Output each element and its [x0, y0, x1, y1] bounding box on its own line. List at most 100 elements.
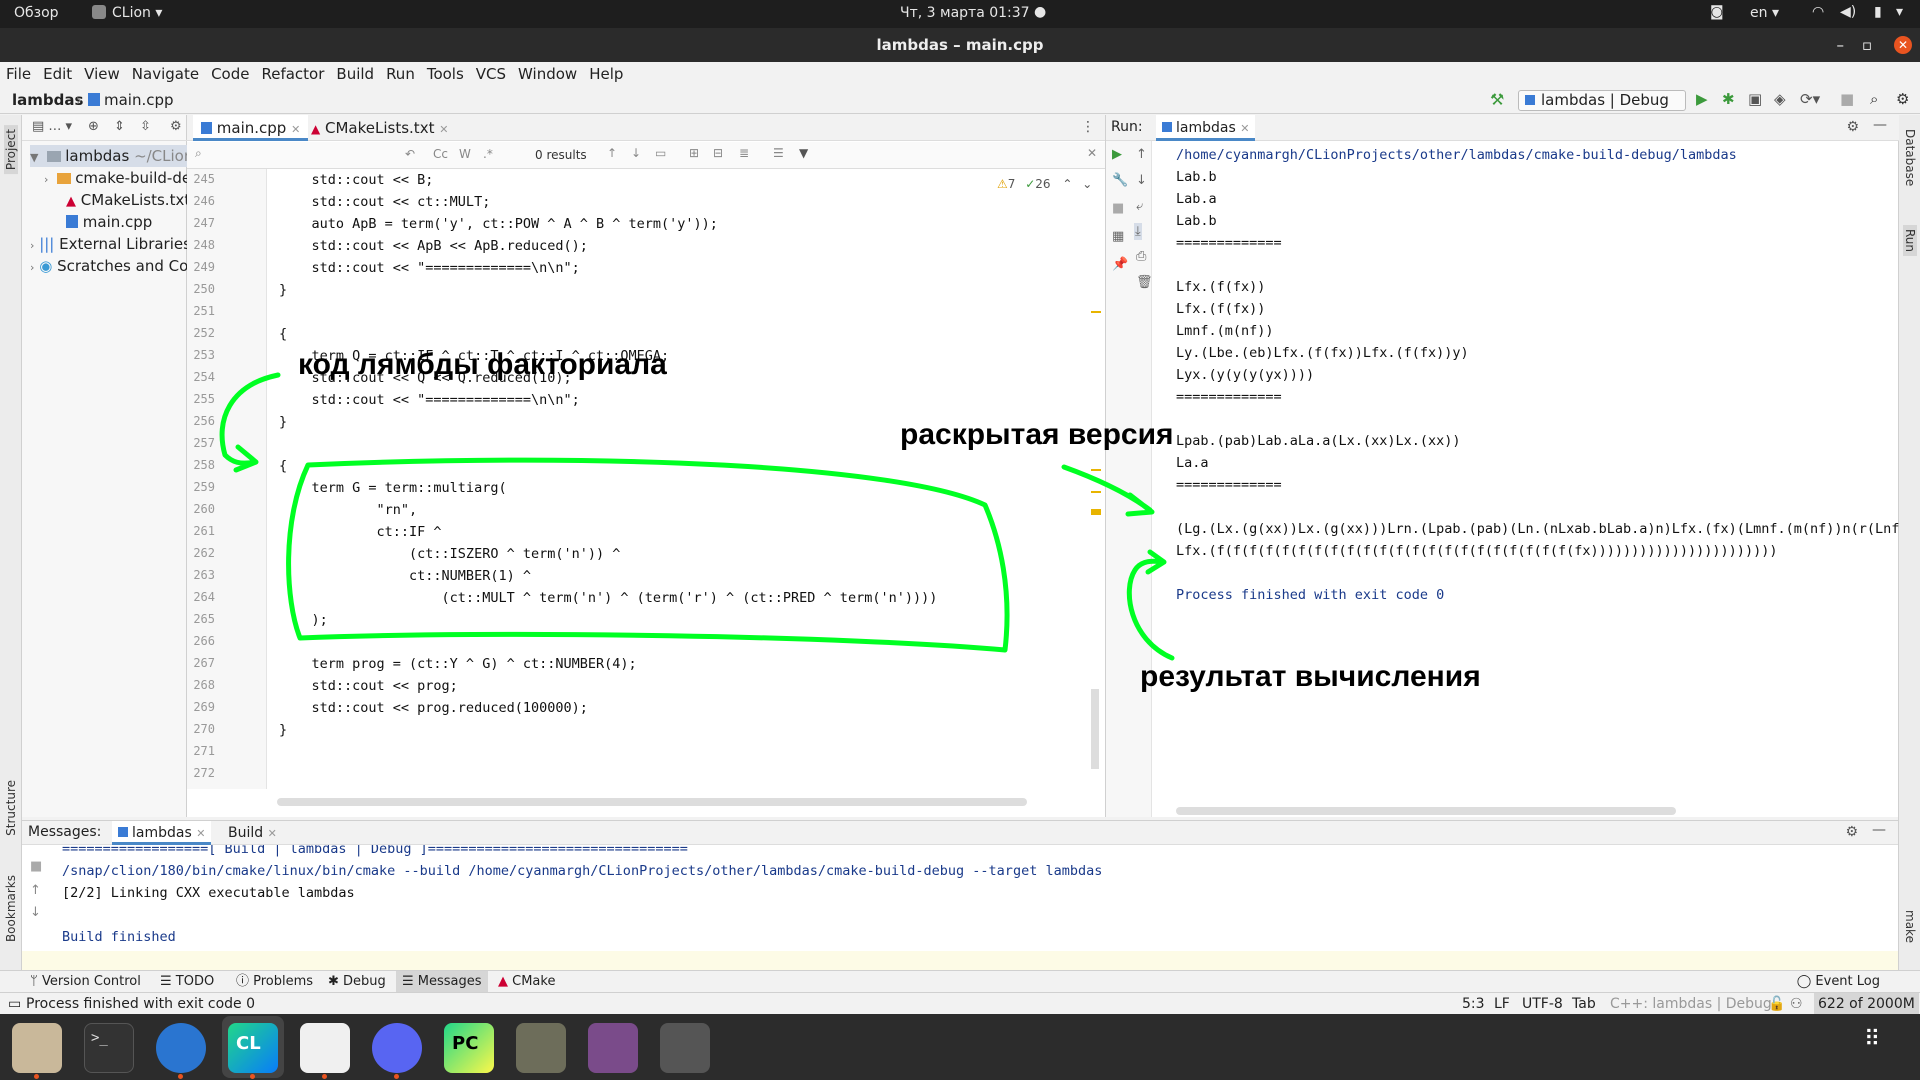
messages-output[interactable]: ==================[ Build | lambdas | De…	[22, 845, 1898, 971]
app-menu[interactable]: CLion ▾	[92, 5, 162, 21]
hide-panel-icon[interactable]: —	[1873, 117, 1887, 133]
menu-view[interactable]: View	[78, 62, 126, 83]
run-settings-icon[interactable]: ⚙	[1846, 119, 1859, 135]
messages-tab-lambdas[interactable]: lambdas ✕	[112, 821, 212, 845]
chromium-app-icon[interactable]	[156, 1023, 206, 1073]
video-editor-app-icon[interactable]	[588, 1023, 638, 1073]
tree-item-scratches[interactable]: › ◉ Scratches and Cor	[30, 255, 187, 277]
horizontal-scrollbar[interactable]	[1176, 807, 1676, 815]
menu-run[interactable]: Run	[380, 62, 421, 83]
run-tab-lambdas[interactable]: lambdas ✕	[1156, 115, 1256, 141]
run-icon[interactable]: ▶	[1696, 90, 1708, 108]
match-case-toggle[interactable]: Cc	[433, 147, 448, 161]
menu-navigate[interactable]: Navigate	[126, 62, 205, 83]
overview-button[interactable]: Обзор	[14, 5, 59, 21]
search-icon[interactable]: ⌕	[195, 146, 202, 161]
usb-app-icon[interactable]	[660, 1023, 710, 1073]
error-stripe[interactable]	[1089, 169, 1103, 789]
tool-tab-version-control[interactable]: ᛘ Version Control	[30, 971, 141, 993]
files-app-icon[interactable]	[12, 1023, 62, 1073]
menu-file[interactable]: File	[0, 62, 37, 83]
menu-vcs[interactable]: VCS	[470, 62, 512, 83]
event-log-button[interactable]: ◯ Event Log	[1797, 971, 1880, 993]
tool-tab-messages[interactable]: ☰ Messages	[396, 971, 488, 993]
structure-tool-tab[interactable]: Structure	[4, 780, 18, 836]
debug-icon[interactable]: ✱	[1722, 90, 1735, 108]
code-area[interactable]: std::cout << B; std::cout << ct::MULT; a…	[279, 169, 1079, 789]
run-console-output[interactable]: /home/cyanmargh/CLionProjects/other/lamb…	[1106, 141, 1899, 801]
more-tabs-icon[interactable]: ⋮	[1081, 119, 1095, 135]
project-settings-icon[interactable]: ⚙	[170, 119, 182, 134]
wifi-icon[interactable]: ◠	[1812, 4, 1824, 20]
make-tool-tab[interactable]: make	[1903, 910, 1917, 943]
whole-word-toggle[interactable]: W	[459, 147, 471, 161]
memory-indicator[interactable]: 622 of 2000M	[1814, 993, 1919, 1015]
tab-main-cpp[interactable]: main.cpp ✕	[193, 115, 309, 141]
file-encoding[interactable]: UTF-8	[1522, 993, 1563, 1015]
close-tab-icon[interactable]: ✕	[291, 123, 300, 136]
volume-icon[interactable]: ◀)	[1840, 4, 1856, 20]
battery-icon[interactable]: ▮	[1874, 4, 1882, 20]
language-indicator[interactable]: en ▾	[1750, 5, 1779, 21]
clock[interactable]: Чт, 3 марта 01:37	[900, 5, 1030, 21]
close-icon[interactable]: ✕	[1894, 36, 1912, 54]
close-tab-icon[interactable]: ✕	[1240, 122, 1249, 135]
menu-tools[interactable]: Tools	[421, 62, 470, 83]
discord-app-icon[interactable]	[372, 1023, 422, 1073]
caret-position[interactable]: 5:3	[1462, 993, 1485, 1015]
profile-icon[interactable]: ◈	[1774, 90, 1786, 108]
line-separator[interactable]: LF	[1494, 993, 1510, 1015]
collapse-all-icon[interactable]: ⇳	[140, 119, 151, 134]
project-view-select[interactable]: ▤ … ▾	[32, 119, 72, 134]
tree-item-lambdas[interactable]: ▼ lambdas ~/CLion	[30, 145, 187, 167]
tool-tab-debug[interactable]: ✱ Debug	[328, 971, 386, 993]
tree-item-cmakelists[interactable]: ▲ CMakeLists.txt	[66, 189, 187, 211]
add-selection-icon[interactable]: ⊞	[689, 146, 699, 160]
stop-icon[interactable]: ■	[1840, 90, 1854, 108]
search-everywhere-icon[interactable]: ⌕	[1870, 90, 1878, 108]
select-all-occurrences-icon[interactable]: ▭	[655, 146, 666, 160]
database-tool-tab[interactable]: Database	[1903, 129, 1917, 186]
close-tab-icon[interactable]: ✕	[196, 827, 205, 840]
regex-toggle[interactable]: .*	[483, 147, 493, 161]
close-tab-icon[interactable]: ✕	[268, 827, 277, 840]
show-apps-grid-icon[interactable]: ⠿	[1864, 1029, 1882, 1051]
close-tab-icon[interactable]: ✕	[439, 123, 448, 136]
status-message[interactable]: Process finished with exit code 0	[26, 993, 255, 1015]
bookmarks-tool-tab[interactable]: Bookmarks	[4, 875, 18, 942]
run-configuration-select[interactable]: lambdas | Debug ▾	[1518, 90, 1686, 128]
lock-icon[interactable]: 🔓	[1768, 993, 1785, 1015]
remove-selection-icon[interactable]: ⊟	[713, 146, 723, 160]
minimize-icon[interactable]: –	[1837, 28, 1845, 62]
tree-item-cmake-build[interactable]: › cmake-build-de	[44, 167, 187, 189]
tab-cmakelists[interactable]: ▲ CMakeLists.txt ✕	[303, 115, 456, 141]
locate-file-icon[interactable]: ⊕	[88, 119, 99, 134]
terminal-app-icon[interactable]: >_	[84, 1023, 134, 1073]
menu-edit[interactable]: Edit	[37, 62, 78, 83]
menu-help[interactable]: Help	[583, 62, 629, 83]
tree-item-external-libraries[interactable]: › ||| External Libraries	[30, 233, 187, 255]
build-hammer-icon[interactable]: ⚒	[1490, 90, 1504, 109]
project-tool-tab[interactable]: Project	[4, 125, 18, 175]
messages-settings-icon[interactable]: ⚙	[1845, 824, 1858, 840]
run-tool-tab[interactable]: Run	[1903, 225, 1917, 257]
next-occurrence-icon[interactable]: ↓	[631, 146, 641, 160]
gimp-app-icon[interactable]	[516, 1023, 566, 1073]
attach-icon[interactable]: ⟳▾	[1800, 90, 1820, 108]
maximize-icon[interactable]: ▫	[1862, 28, 1872, 62]
horizontal-scrollbar[interactable]	[277, 798, 1027, 806]
hide-panel-icon[interactable]: —	[1872, 822, 1886, 838]
settings-icon[interactable]: ⚙	[1896, 90, 1909, 108]
pycharm-app-icon[interactable]: PC	[444, 1023, 494, 1073]
menu-code[interactable]: Code	[205, 62, 255, 83]
text-editor-app-icon[interactable]	[300, 1023, 350, 1073]
messages-tab-build[interactable]: Build ✕	[222, 821, 283, 845]
select-all-icon[interactable]: ≣	[739, 146, 749, 160]
close-find-icon[interactable]: ✕	[1087, 146, 1097, 160]
previous-occurrence-icon[interactable]: ↑	[607, 146, 617, 160]
indent-setting[interactable]: Tab	[1572, 993, 1596, 1015]
tree-item-main-cpp[interactable]: main.cpp	[66, 211, 152, 233]
breadcrumb-project[interactable]: lambdas	[12, 91, 83, 109]
expand-all-icon[interactable]: ⇕	[114, 119, 125, 134]
inspector-icon[interactable]: ⚇	[1790, 993, 1803, 1015]
